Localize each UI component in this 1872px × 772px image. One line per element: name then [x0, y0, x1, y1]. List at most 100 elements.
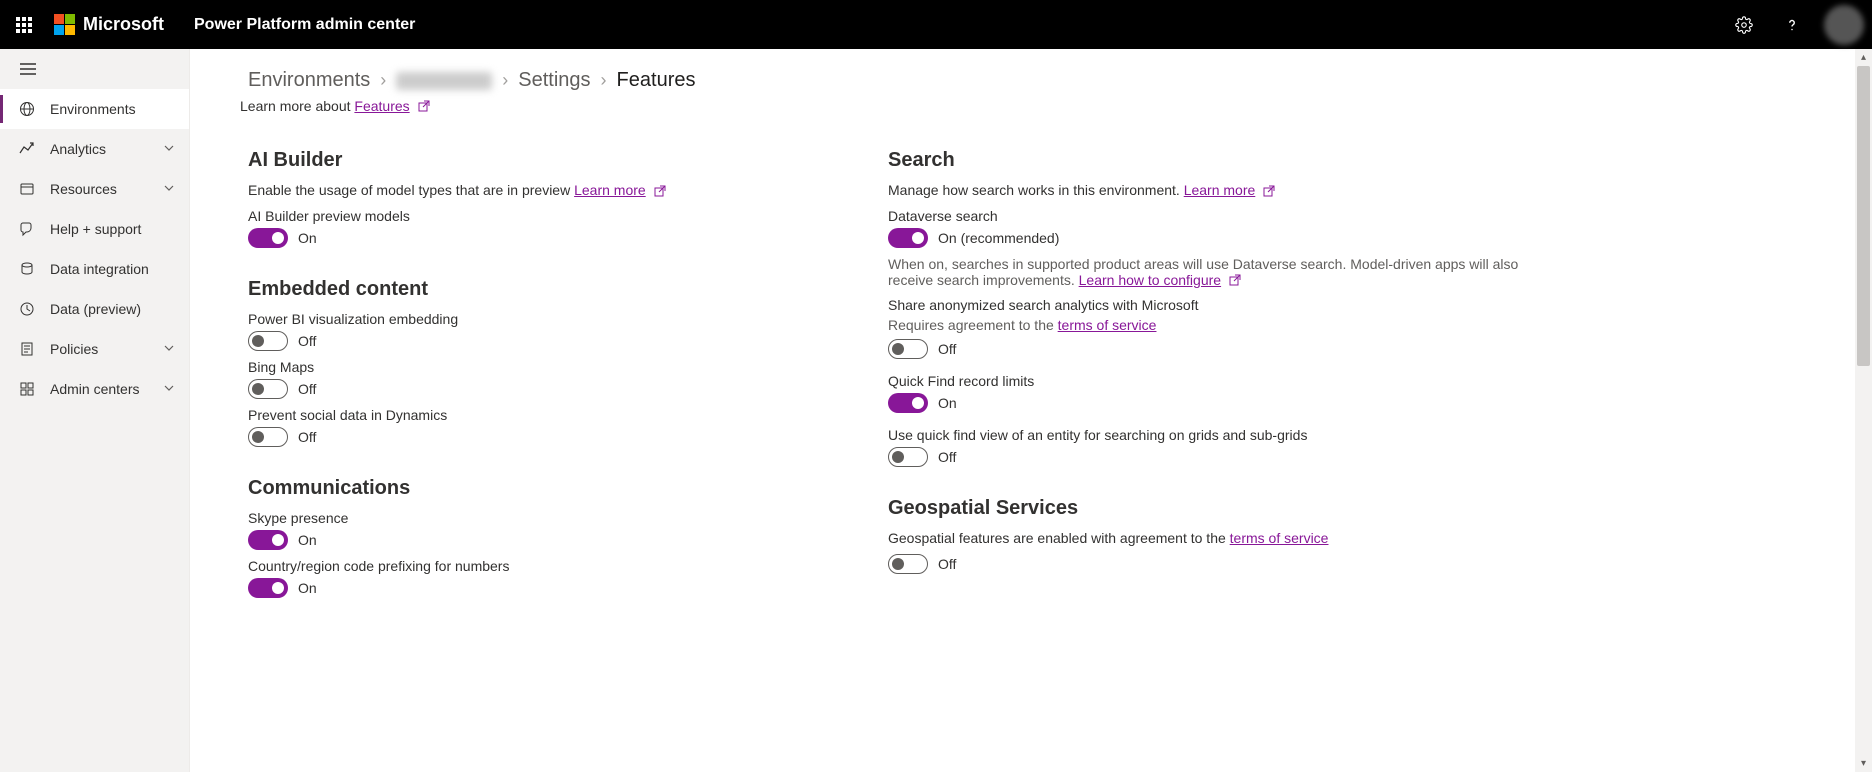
ai-builder-learn-more-link[interactable]: Learn more — [574, 182, 646, 198]
sidebar-item-label: Policies — [50, 341, 163, 357]
sidebar-item-resources[interactable]: Resources — [0, 169, 189, 209]
dataverse-search-desc: When on, searches in supported product a… — [888, 256, 1528, 289]
learn-more-row: Learn more about Features — [240, 98, 1872, 115]
breadcrumb-settings[interactable]: Settings — [518, 69, 590, 92]
microsoft-logo[interactable]: Microsoft — [54, 14, 164, 35]
vertical-scrollbar[interactable]: ▴ ▾ — [1855, 49, 1872, 772]
top-header: Microsoft Power Platform admin center — [0, 0, 1872, 49]
country-code-prefix-label: Country/region code prefixing for number… — [248, 558, 868, 574]
sidebar-item-label: Help + support — [50, 221, 175, 237]
sidebar: Environments Analytics Resources Help + … — [0, 49, 190, 772]
breadcrumb-environment-name[interactable] — [396, 72, 492, 90]
bing-maps-toggle[interactable] — [248, 379, 288, 399]
toggle-state-text: On — [938, 395, 957, 411]
quick-find-limits-toggle[interactable] — [888, 393, 928, 413]
sidebar-item-label: Analytics — [50, 141, 163, 157]
sidebar-item-environments[interactable]: Environments — [0, 89, 189, 129]
dataverse-search-label: Dataverse search — [888, 208, 1528, 224]
microsoft-logo-icon — [54, 14, 75, 35]
left-column: AI Builder Enable the usage of model typ… — [248, 143, 868, 605]
breadcrumb: Environments › › Settings › Features — [248, 69, 1872, 92]
prevent-social-label: Prevent social data in Dynamics — [248, 407, 868, 423]
sidebar-item-data-integration[interactable]: Data integration — [0, 249, 189, 289]
chevron-down-icon — [163, 381, 175, 397]
sidebar-item-admin-centers[interactable]: Admin centers — [0, 369, 189, 409]
skype-presence-label: Skype presence — [248, 510, 868, 526]
embedded-content-title: Embedded content — [248, 278, 868, 301]
right-column: Search Manage how search works in this e… — [888, 143, 1528, 605]
breadcrumb-current: Features — [617, 69, 696, 92]
skype-presence-toggle[interactable] — [248, 530, 288, 550]
chevron-down-icon — [163, 141, 175, 157]
app-title: Power Platform admin center — [194, 16, 415, 34]
geospatial-title: Geospatial Services — [888, 497, 1528, 520]
communications-title: Communications — [248, 477, 868, 500]
toggle-state-text: Off — [298, 333, 316, 349]
scrollbar-up-arrow[interactable]: ▴ — [1855, 49, 1872, 66]
sidebar-item-label: Admin centers — [50, 381, 163, 397]
analytics-icon — [18, 141, 36, 157]
ai-builder-desc: Enable the usage of model types that are… — [248, 182, 868, 199]
quick-find-view-label: Use quick find view of an entity for sea… — [888, 427, 1528, 443]
help-support-icon — [18, 221, 36, 237]
toggle-state-text: Off — [938, 341, 956, 357]
toggle-state-text: On — [298, 230, 317, 246]
settings-button[interactable] — [1720, 0, 1768, 49]
toggle-state-text: Off — [938, 449, 956, 465]
data-preview-icon — [18, 301, 36, 317]
breadcrumb-separator: › — [601, 70, 607, 91]
breadcrumb-environments[interactable]: Environments — [248, 69, 370, 92]
scrollbar-thumb[interactable] — [1857, 66, 1870, 366]
geospatial-toggle[interactable] — [888, 554, 928, 574]
breadcrumb-separator: › — [380, 70, 386, 91]
learn-more-prefix: Learn more about — [240, 98, 354, 114]
quick-find-limits-label: Quick Find record limits — [888, 373, 1528, 389]
main-content: Environments › › Settings › Features Lea… — [190, 49, 1872, 772]
toggle-state-text: On — [298, 532, 317, 548]
sidebar-item-label: Data integration — [50, 261, 175, 277]
chevron-down-icon — [163, 181, 175, 197]
ai-builder-preview-models-label: AI Builder preview models — [248, 208, 868, 224]
toggle-state-text: On (recommended) — [938, 230, 1059, 246]
learn-configure-link[interactable]: Learn how to configure — [1079, 272, 1221, 288]
resources-icon — [18, 181, 36, 197]
external-link-icon — [1229, 273, 1241, 289]
ai-builder-preview-models-toggle[interactable] — [248, 228, 288, 248]
share-analytics-sub: Requires agreement to the terms of servi… — [888, 317, 1528, 333]
search-title: Search — [888, 149, 1528, 172]
environments-icon — [18, 101, 36, 117]
terms-of-service-link[interactable]: terms of service — [1058, 317, 1157, 333]
quick-find-view-toggle[interactable] — [888, 447, 928, 467]
admin-centers-icon — [18, 381, 36, 397]
geospatial-desc: Geospatial features are enabled with agr… — [888, 530, 1528, 546]
sidebar-item-data-preview[interactable]: Data (preview) — [0, 289, 189, 329]
ai-builder-title: AI Builder — [248, 149, 868, 172]
prevent-social-toggle[interactable] — [248, 427, 288, 447]
bing-maps-label: Bing Maps — [248, 359, 868, 375]
app-launcher-button[interactable] — [0, 0, 48, 49]
question-icon — [1783, 16, 1801, 34]
scrollbar-down-arrow[interactable]: ▾ — [1855, 755, 1872, 772]
sidebar-item-help-support[interactable]: Help + support — [0, 209, 189, 249]
toggle-state-text: On — [298, 580, 317, 596]
geo-terms-of-service-link[interactable]: terms of service — [1230, 530, 1329, 546]
search-learn-more-link[interactable]: Learn more — [1184, 182, 1256, 198]
toggle-state-text: Off — [298, 429, 316, 445]
dataverse-search-toggle[interactable] — [888, 228, 928, 248]
sidebar-item-label: Environments — [50, 101, 175, 117]
external-link-icon — [418, 99, 430, 115]
help-button[interactable] — [1768, 0, 1816, 49]
country-code-prefix-toggle[interactable] — [248, 578, 288, 598]
toggle-state-text: Off — [938, 556, 956, 572]
sidebar-item-label: Resources — [50, 181, 163, 197]
external-link-icon — [1263, 184, 1275, 200]
data-integration-icon — [18, 261, 36, 277]
sidebar-toggle-button[interactable] — [20, 63, 36, 75]
learn-more-features-link[interactable]: Features — [354, 98, 409, 114]
share-analytics-label: Share anonymized search analytics with M… — [888, 297, 1528, 313]
share-analytics-toggle[interactable] — [888, 339, 928, 359]
powerbi-embedding-toggle[interactable] — [248, 331, 288, 351]
sidebar-item-analytics[interactable]: Analytics — [0, 129, 189, 169]
user-avatar[interactable] — [1824, 5, 1864, 45]
sidebar-item-policies[interactable]: Policies — [0, 329, 189, 369]
